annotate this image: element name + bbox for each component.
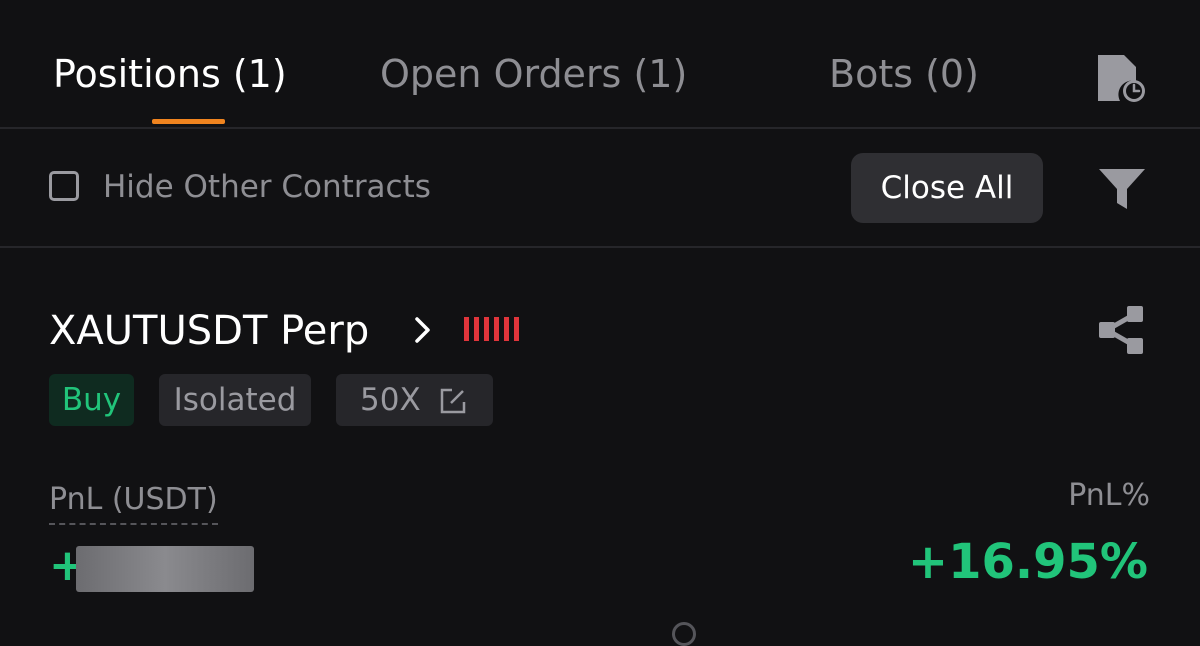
side-badge: Buy: [49, 374, 134, 426]
filter-icon[interactable]: [1098, 167, 1146, 211]
position-symbol[interactable]: XAUTUSDT Perp: [49, 308, 369, 354]
hide-other-contracts-label[interactable]: Hide Other Contracts: [103, 169, 431, 205]
close-all-button[interactable]: Close All: [851, 153, 1043, 223]
leverage-badge[interactable]: 50X: [336, 374, 493, 426]
scroll-indicator: [672, 622, 696, 646]
pnl-percent-value: +16.95%: [907, 534, 1148, 590]
filter-bar: Hide Other Contracts Close All: [0, 129, 1200, 248]
pnl-label[interactable]: PnL (USDT): [49, 482, 218, 525]
order-history-icon[interactable]: [1094, 53, 1150, 103]
leverage-value: 50X: [360, 382, 421, 418]
tab-bots[interactable]: Bots (0): [829, 52, 979, 96]
pnl-percent-label: PnL%: [1068, 478, 1150, 513]
tab-bar: Positions (1) Open Orders (1) Bots (0): [0, 0, 1200, 129]
hide-other-contracts-checkbox[interactable]: [49, 171, 79, 201]
edit-icon: [440, 388, 466, 414]
chevron-right-icon[interactable]: [412, 314, 434, 346]
tab-positions[interactable]: Positions (1): [53, 52, 287, 96]
margin-mode-badge: Isolated: [159, 374, 311, 426]
risk-level-bars: [464, 317, 519, 341]
share-icon[interactable]: [1097, 305, 1147, 355]
active-tab-indicator: [152, 119, 225, 124]
tab-open-orders[interactable]: Open Orders (1): [380, 52, 687, 96]
redacted-pnl-amount: [76, 546, 254, 592]
